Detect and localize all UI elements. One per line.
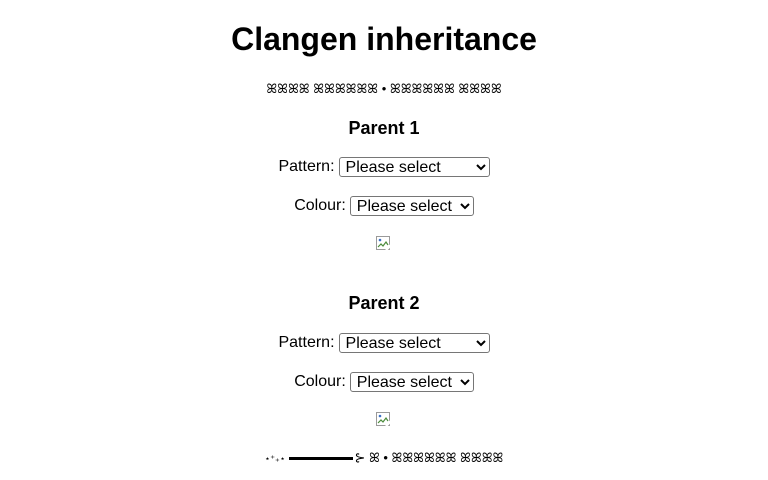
broken-image-icon bbox=[376, 236, 392, 251]
page-title: Clangen inheritance bbox=[231, 21, 537, 57]
parent-2-heading: Parent 2 bbox=[348, 293, 420, 313]
parent-2-pattern-label: Pattern: bbox=[278, 334, 335, 351]
parent-1-pattern-select[interactable]: Please select bbox=[338, 156, 490, 177]
parent-2-pattern-row: Pattern: Please select bbox=[0, 332, 768, 354]
page: Clangen inheritance ꕤꕤꕤꕤ ꕤꕤꕤꕤꕤꕤ • ꕤꕤꕤꕤꕤꕤ… bbox=[0, 0, 768, 480]
sparkle-decoration: ⋆⁺₊⋆ bbox=[264, 453, 286, 464]
parent-2-pattern-select[interactable]: Please select bbox=[338, 332, 490, 353]
divider-rule bbox=[289, 457, 354, 461]
bottom-divider: ⋆⁺₊⋆ ⊱ ꕤ • ꕤꕤꕤꕤꕤꕤ ꕤꕤꕤꕤ bbox=[0, 450, 768, 467]
parent-1-cat-image bbox=[376, 236, 392, 252]
parent-1-heading: Parent 1 bbox=[348, 118, 420, 138]
broken-image-icon bbox=[376, 412, 392, 427]
bottom-divider-tail: ⊱ ꕤ • ꕤꕤꕤꕤꕤꕤ ꕤꕤꕤꕤ bbox=[354, 450, 504, 465]
parent-2-cat-image bbox=[376, 412, 392, 428]
parent-1-colour-label: Colour: bbox=[294, 197, 346, 214]
top-divider: ꕤꕤꕤꕤ ꕤꕤꕤꕤꕤꕤ • ꕤꕤꕤꕤꕤꕤ ꕤꕤꕤꕤ bbox=[266, 81, 502, 96]
parent-1-pattern-label: Pattern: bbox=[278, 158, 335, 175]
parent-1-pattern-row: Pattern: Please select bbox=[0, 156, 768, 178]
parent-2-colour-label: Colour: bbox=[294, 373, 346, 390]
parent-2-colour-row: Colour: Please select bbox=[0, 371, 768, 393]
parent-1-colour-select[interactable]: Please select bbox=[349, 195, 474, 216]
parent-1-colour-row: Colour: Please select bbox=[0, 195, 768, 217]
parent-2-colour-select[interactable]: Please select bbox=[349, 371, 474, 392]
